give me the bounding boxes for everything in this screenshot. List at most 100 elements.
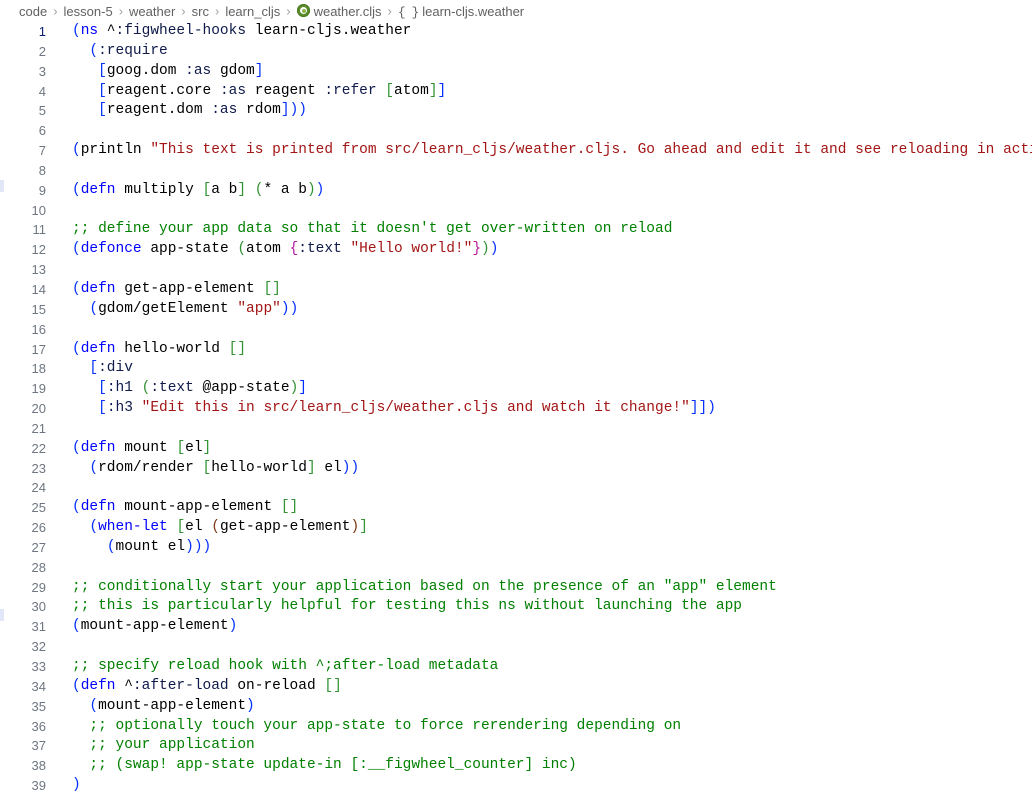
code-line-text[interactable]: (:require bbox=[56, 42, 1032, 62]
code-line-text[interactable]: ;; your application bbox=[56, 736, 1032, 756]
code-line[interactable]: 10 bbox=[0, 201, 1032, 221]
code-line-text[interactable]: (mount-app-element) bbox=[56, 617, 1032, 637]
breadcrumb-label: learn-cljs.weather bbox=[422, 3, 525, 19]
code-line[interactable]: 29 ;; conditionally start your applicatio… bbox=[0, 578, 1032, 598]
code-line[interactable]: 16 bbox=[0, 320, 1032, 340]
code-line[interactable]: 36 ;; optionally touch your app-state to… bbox=[0, 717, 1032, 737]
code-line-text[interactable] bbox=[56, 260, 1032, 280]
line-number: 39 bbox=[31, 778, 46, 794]
code-line[interactable]: 18 [:div bbox=[0, 359, 1032, 379]
code-line-text[interactable]: ;; conditionally start your application … bbox=[56, 578, 1032, 598]
breadcrumb-item-learn-cljs-weather[interactable]: { } learn-cljs.weather bbox=[397, 3, 525, 20]
code-line-text[interactable]: (defonce app-state (atom {:text "Hello w… bbox=[56, 240, 1032, 260]
code-line[interactable]: 27 (mount el))) bbox=[0, 538, 1032, 558]
code-line[interactable]: 5 [reagent.dom :as rdom])) bbox=[0, 101, 1032, 121]
code-line-text[interactable]: ;; optionally touch your app-state to fo… bbox=[56, 717, 1032, 737]
code-line-text[interactable] bbox=[56, 558, 1032, 578]
code-line-text[interactable] bbox=[56, 478, 1032, 498]
code-line-text[interactable]: (gdom/getElement "app")) bbox=[56, 300, 1032, 320]
code-line-text[interactable] bbox=[56, 637, 1032, 657]
code-line-text[interactable]: [goog.dom :as gdom] bbox=[56, 62, 1032, 82]
code-line-text[interactable]: [:div bbox=[56, 359, 1032, 379]
breadcrumb-item-src[interactable]: src bbox=[191, 4, 210, 19]
code-line-text[interactable]: [:h3 "Edit this in src/learn_cljs/weathe… bbox=[56, 399, 1032, 419]
code-line-text[interactable]: (ns ^:figwheel-hooks learn-cljs.weather bbox=[56, 22, 1032, 42]
code-line[interactable]: 34 (defn ^:after-load on-reload [] bbox=[0, 677, 1032, 697]
code-line-text[interactable] bbox=[56, 419, 1032, 439]
code-line[interactable]: 19 [:h1 (:text @app-state)] bbox=[0, 379, 1032, 399]
code-line[interactable]: 8 bbox=[0, 161, 1032, 181]
breadcrumb-separator: › bbox=[387, 3, 392, 18]
code-line[interactable]: 22 (defn mount [el] bbox=[0, 439, 1032, 459]
code-line[interactable]: 4 [reagent.core :as reagent :refer [atom… bbox=[0, 82, 1032, 102]
code-line-text[interactable]: (defn hello-world [] bbox=[56, 340, 1032, 360]
code-line-text[interactable]: (when-let [el (get-app-element)] bbox=[56, 518, 1032, 538]
code-line[interactable]: 6 bbox=[0, 121, 1032, 141]
breadcrumb-item-learn-cljs[interactable]: learn_cljs bbox=[224, 4, 281, 19]
clojurescript-file-icon bbox=[296, 4, 310, 20]
code-line-text[interactable]: ) bbox=[56, 776, 1032, 795]
line-number: 3 bbox=[38, 63, 46, 79]
code-line[interactable]: 14 (defn get-app-element [] bbox=[0, 280, 1032, 300]
code-line[interactable]: 33 ;; specify reload hook with ^;after-lo… bbox=[0, 657, 1032, 677]
line-number: 14 bbox=[31, 281, 46, 297]
code-line[interactable]: 26 (when-let [el (get-app-element)] bbox=[0, 518, 1032, 538]
code-line[interactable]: 3 [goog.dom :as gdom] bbox=[0, 62, 1032, 82]
code-line-text[interactable]: (defn multiply [a b] (* a b)) bbox=[56, 181, 1032, 201]
code-line[interactable]: 24 bbox=[0, 478, 1032, 498]
breadcrumb-item-weather[interactable]: weather bbox=[128, 4, 176, 19]
line-number: 28 bbox=[31, 559, 46, 575]
code-line[interactable]: 25 (defn mount-app-element [] bbox=[0, 498, 1032, 518]
line-number: 23 bbox=[31, 460, 46, 476]
code-line-text[interactable]: (mount el))) bbox=[56, 538, 1032, 558]
code-line[interactable]: 17 (defn hello-world [] bbox=[0, 340, 1032, 360]
line-number: 32 bbox=[31, 639, 46, 655]
code-line[interactable]: 23 (rdom/render [hello-world] el)) bbox=[0, 459, 1032, 479]
code-line-text[interactable]: (mount-app-element) bbox=[56, 697, 1032, 717]
breadcrumb-item-weather-cljs[interactable]: weather.cljs bbox=[296, 3, 383, 19]
breadcrumb-item-lesson-5[interactable]: lesson-5 bbox=[63, 4, 114, 19]
code-line-text[interactable] bbox=[56, 121, 1032, 141]
code-line-text[interactable]: ;; (swap! app-state update-in [:__figwhe… bbox=[56, 756, 1032, 776]
code-line-text[interactable] bbox=[56, 161, 1032, 181]
code-editor[interactable]: 1 (ns ^:figwheel-hooks learn-cljs.weather… bbox=[0, 22, 1032, 795]
breadcrumb-separator: › bbox=[286, 3, 291, 18]
breadcrumb: code › lesson-5 › weather › src › learn_cljs › wea… bbox=[0, 0, 1032, 22]
code-line[interactable]: 2 (:require bbox=[0, 42, 1032, 62]
code-line-text[interactable]: (println "This text is printed from src/… bbox=[56, 141, 1032, 161]
code-line-text[interactable]: [reagent.dom :as rdom])) bbox=[56, 101, 1032, 121]
code-line[interactable]: 7 (println "This text is printed from src… bbox=[0, 141, 1032, 161]
code-line-text[interactable]: ;; define your app data so that it doesn… bbox=[56, 220, 1032, 240]
code-line[interactable]: 30 ;; this is particularly helpful for te… bbox=[0, 597, 1032, 617]
code-line-text[interactable] bbox=[56, 201, 1032, 221]
code-line[interactable]: 9 (defn multiply [a b] (* a b)) bbox=[0, 181, 1032, 201]
code-line[interactable]: 20 [:h3 "Edit this in src/learn_cljs/wea… bbox=[0, 399, 1032, 419]
code-line-text[interactable]: ;; specify reload hook with ^;after-load… bbox=[56, 657, 1032, 677]
code-line-text[interactable]: (rdom/render [hello-world] el)) bbox=[56, 459, 1032, 479]
code-line[interactable]: 32 bbox=[0, 637, 1032, 657]
code-line-text[interactable]: ;; this is particularly helpful for test… bbox=[56, 597, 1032, 617]
code-line[interactable]: 28 bbox=[0, 558, 1032, 578]
code-line[interactable]: 31 (mount-app-element) bbox=[0, 617, 1032, 637]
code-line-text[interactable]: (defn ^:after-load on-reload [] bbox=[56, 677, 1032, 697]
code-line[interactable]: 15 (gdom/getElement "app")) bbox=[0, 300, 1032, 320]
breadcrumb-item-code[interactable]: code bbox=[18, 4, 48, 19]
code-line[interactable]: 37 ;; your application bbox=[0, 736, 1032, 756]
code-line-text[interactable]: (defn mount-app-element [] bbox=[56, 498, 1032, 518]
code-line[interactable]: 1 (ns ^:figwheel-hooks learn-cljs.weather bbox=[0, 22, 1032, 42]
code-line[interactable]: 35 (mount-app-element) bbox=[0, 697, 1032, 717]
code-line-text[interactable]: (defn get-app-element [] bbox=[56, 280, 1032, 300]
braces-symbol-icon: { } bbox=[397, 4, 419, 20]
code-line[interactable]: 12 (defonce app-state (atom {:text "Hello… bbox=[0, 240, 1032, 260]
code-line[interactable]: 39) bbox=[0, 776, 1032, 795]
line-number: 21 bbox=[31, 420, 46, 436]
code-content[interactable]: 1 (ns ^:figwheel-hooks learn-cljs.weather… bbox=[0, 22, 1032, 795]
code-line-text[interactable]: (defn mount [el] bbox=[56, 439, 1032, 459]
code-line-text[interactable] bbox=[56, 320, 1032, 340]
code-line[interactable]: 38 ;; (swap! app-state update-in [:__fig… bbox=[0, 756, 1032, 776]
code-line[interactable]: 11 ;; define your app data so that it doe… bbox=[0, 220, 1032, 240]
code-line[interactable]: 21 bbox=[0, 419, 1032, 439]
code-line-text[interactable]: [:h1 (:text @app-state)] bbox=[56, 379, 1032, 399]
code-line-text[interactable]: [reagent.core :as reagent :refer [atom]] bbox=[56, 82, 1032, 102]
code-line[interactable]: 13 bbox=[0, 260, 1032, 280]
